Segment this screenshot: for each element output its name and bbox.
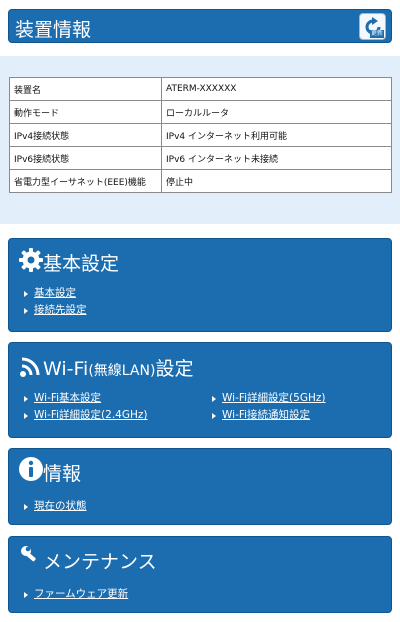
page-header: 装置情報 更新	[8, 9, 392, 43]
section-title-info: 情報	[43, 463, 82, 485]
info-label: IPv6接続状態	[9, 146, 162, 170]
gear-icon	[19, 248, 43, 272]
info-label: 動作モード	[9, 100, 162, 124]
section-title-maintenance: メンテナンス	[43, 551, 157, 573]
table-row: IPv4接続状態 IPv4 インターネット利用可能	[9, 123, 392, 147]
arrow-icon	[212, 396, 216, 402]
link-current-status[interactable]: 現在の状態	[34, 498, 87, 513]
maintenance-panel: メンテナンス ファームウェア更新	[8, 536, 392, 613]
arrow-icon	[24, 396, 28, 402]
page-title: 装置情報	[15, 19, 92, 41]
info-icon	[19, 457, 43, 481]
wifi-title-paren: (無線LAN)	[88, 363, 156, 379]
link-wifi-detail-5[interactable]: Wi-Fi詳細設定(5GHz)	[222, 390, 325, 405]
wifi-title-tail: 設定	[155, 358, 194, 380]
table-row: 動作モード ローカルルータ	[9, 100, 392, 124]
arrow-icon	[24, 413, 28, 419]
info-label: IPv4接続状態	[9, 123, 162, 147]
refresh-button[interactable]: 更新	[359, 13, 386, 40]
link-firmware-update[interactable]: ファームウェア更新	[34, 586, 128, 601]
table-row: 省電力型イーサネット(EEE)機能 停止中	[9, 169, 392, 193]
section-title-basic: 基本設定	[43, 253, 120, 275]
info-panel: 情報 現在の状態	[8, 448, 392, 525]
wifi-icon	[20, 357, 40, 377]
table-row: IPv6接続状態 IPv6 インターネット未接続	[9, 146, 392, 170]
info-value: IPv6 インターネット未接続	[161, 146, 392, 170]
link-wifi-basic[interactable]: Wi-Fi基本設定	[34, 390, 101, 405]
info-value: ATERM-XXXXXX	[161, 77, 392, 101]
refresh-label: 更新	[369, 30, 384, 38]
info-value: 停止中	[161, 169, 392, 193]
info-value: IPv4 インターネット利用可能	[161, 123, 392, 147]
basic-settings-panel: 基本設定 基本設定 接続先設定	[8, 238, 392, 332]
link-wifi-detail-24[interactable]: Wi-Fi詳細設定(2.4GHz)	[34, 407, 148, 422]
wifi-settings-panel: Wi-Fi(無線LAN)設定 Wi-Fi基本設定 Wi-Fi詳細設定(2.4GH…	[8, 342, 392, 438]
table-row: 装置名 ATERM-XXXXXX	[9, 77, 392, 101]
arrow-icon	[24, 308, 28, 314]
link-basic-settings[interactable]: 基本設定	[34, 285, 76, 300]
section-title-wifi: Wi-Fi(無線LAN)設定	[43, 354, 193, 381]
arrow-icon	[212, 413, 216, 419]
arrow-icon	[24, 504, 28, 510]
arrow-icon	[24, 291, 28, 297]
info-label: 省電力型イーサネット(EEE)機能	[9, 169, 162, 193]
link-wifi-notify[interactable]: Wi-Fi接続通知設定	[222, 407, 310, 422]
info-value: ローカルルータ	[161, 100, 392, 124]
wifi-title-main: Wi-Fi	[43, 358, 89, 380]
wrench-icon	[21, 546, 36, 562]
link-connection-settings[interactable]: 接続先設定	[34, 302, 87, 317]
info-label: 装置名	[9, 77, 162, 101]
arrow-icon	[24, 592, 28, 598]
device-info-table: 装置名 ATERM-XXXXXX 動作モード ローカルルータ IPv4接続状態 …	[9, 77, 392, 193]
